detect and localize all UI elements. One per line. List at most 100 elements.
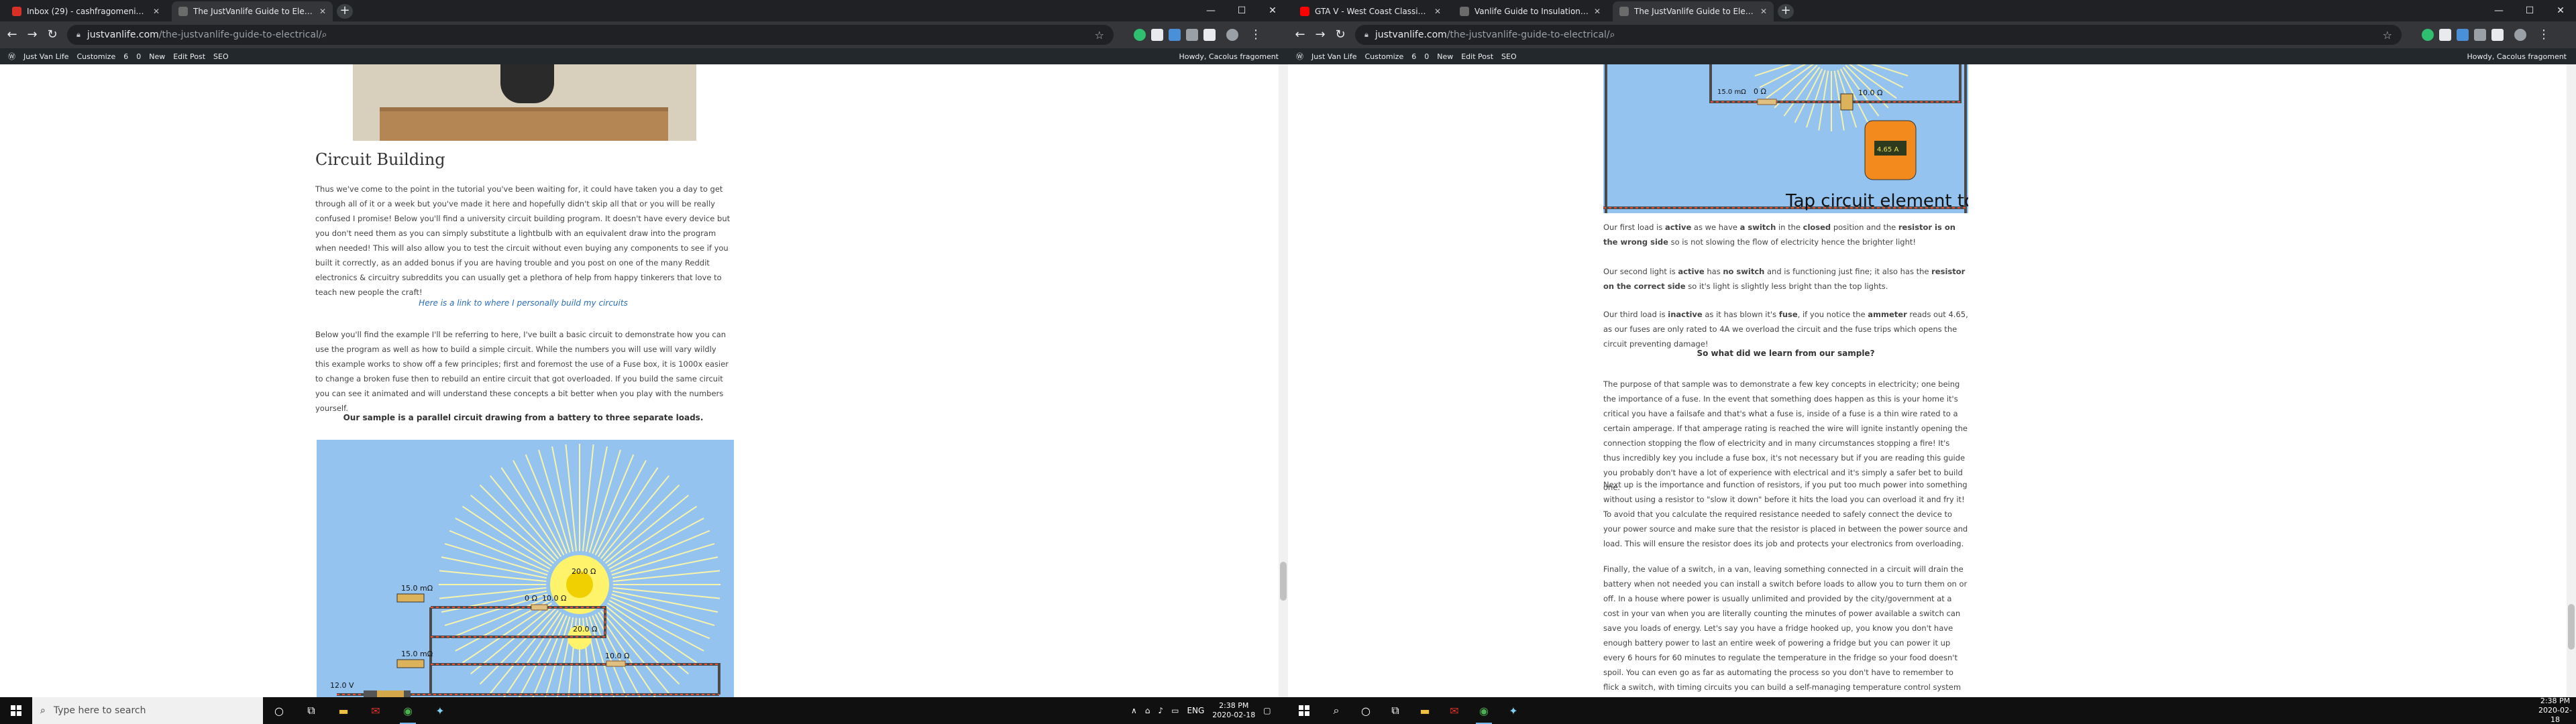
address-bar[interactable]: 🔒︎ justvanlife.com/the-justvanlife-guide… (1355, 25, 2402, 45)
circuit-label: 10.0 Ω (542, 594, 566, 603)
extension-icon[interactable] (2457, 29, 2469, 41)
cortana-icon[interactable]: ○ (271, 703, 287, 719)
bookmark-star-icon[interactable]: ☆ (1095, 29, 1104, 42)
circuit-simulation-image[interactable]: 10.0 Ω 0 Ω 15.0 mΩ 4.65 A Tap circuit el… (1603, 64, 1968, 213)
mail-icon[interactable]: ✉ (368, 703, 384, 719)
network-icon[interactable]: ⌂ (1145, 706, 1150, 715)
wp-seo[interactable]: SEO (1501, 52, 1517, 61)
extension-icon[interactable] (2422, 29, 2434, 41)
tab-youtube[interactable]: GTA V - West Coast Classics... ✕ (1293, 1, 1448, 21)
bookmark-star-icon[interactable]: ☆ (2383, 29, 2392, 42)
scrollbar-thumb[interactable] (1280, 562, 1287, 601)
scrollbar-thumb[interactable] (2568, 604, 2575, 650)
circuit-simulation-image[interactable]: 20.0 Ω 15.0 mΩ 0 Ω 10.0 Ω 20.0 Ω 15.0 mΩ… (317, 440, 734, 697)
new-tab-button[interactable]: + (1778, 4, 1794, 19)
wp-edit-post[interactable]: Edit Post (1461, 52, 1493, 61)
windows-start-icon[interactable] (0, 697, 32, 724)
wp-updates-count[interactable]: 6 (1411, 52, 1416, 61)
wp-updates-count[interactable]: 6 (123, 52, 128, 61)
extension-icon[interactable] (2491, 29, 2504, 41)
clock[interactable]: 2:38 PM 2020-02-18 (1212, 701, 1255, 720)
close-window-icon[interactable]: ✕ (1257, 0, 1288, 21)
extension-icon[interactable] (2474, 29, 2486, 41)
wp-howdy[interactable]: Howdy, Cacolus fragoment (2467, 52, 2567, 61)
wp-site-name[interactable]: Just Van Life (1311, 52, 1356, 61)
minimize-icon[interactable]: — (1195, 0, 1226, 21)
wp-seo[interactable]: SEO (213, 52, 229, 61)
extension-icon[interactable] (1134, 29, 1146, 41)
wp-site-name[interactable]: Just Van Life (23, 52, 68, 61)
clock[interactable]: 2:38 PM 2020-02-18 (2538, 697, 2572, 724)
close-window-icon[interactable]: ✕ (2545, 0, 2576, 21)
light-ray (479, 607, 557, 685)
tab-justvanlife-electrical[interactable]: The JustVanlife Guide to Electric... ✕ (1613, 1, 1774, 21)
chrome-icon[interactable]: ◉ (1476, 703, 1492, 724)
forward-icon[interactable]: → (24, 27, 40, 43)
wp-customize[interactable]: Customize (1364, 52, 1403, 61)
app-icon[interactable]: ✦ (432, 703, 448, 719)
wordpress-icon[interactable]: Ⓦ (1296, 51, 1303, 62)
maximize-icon[interactable]: ☐ (2514, 0, 2545, 21)
language-indicator[interactable]: ENG (1187, 706, 1204, 715)
tab-gmail[interactable]: Inbox (29) - cashfragomeni@gm... ✕ (5, 1, 166, 21)
app-icon[interactable]: ✦ (1505, 703, 1521, 719)
tab-justvanlife-electrical[interactable]: The JustVanlife Guide to Electric... ✕ (172, 1, 333, 21)
chrome-icon[interactable]: ◉ (400, 703, 416, 724)
wp-comments-count[interactable]: 0 (136, 52, 141, 61)
extension-icon[interactable] (2439, 29, 2451, 41)
circuits-link[interactable]: Here is a link to where I personally bui… (315, 298, 731, 308)
profile-avatar[interactable] (2514, 29, 2526, 41)
extension-icon[interactable] (1169, 29, 1181, 41)
close-tab-icon[interactable]: ✕ (153, 7, 160, 16)
address-bar[interactable]: 🔒︎ justvanlife.com/the-justvanlife-guide… (67, 25, 1114, 45)
file-explorer-icon[interactable]: ▬ (1417, 703, 1433, 719)
wordpress-icon[interactable]: Ⓦ (8, 51, 15, 62)
page-scrollbar[interactable] (1279, 64, 1288, 697)
search-icon[interactable]: ⌕ (1328, 703, 1344, 719)
search-icon[interactable]: ⌕ (1610, 29, 1615, 40)
volume-icon[interactable]: ♪ (1158, 706, 1163, 715)
wp-customize[interactable]: Customize (76, 52, 115, 61)
extension-icon[interactable] (1151, 29, 1163, 41)
close-tab-icon[interactable]: ✕ (1434, 7, 1441, 16)
tab-insulation[interactable]: Vanlife Guide to Insulation | Just... ✕ (1453, 1, 1607, 21)
circuit-label: 20.0 Ω (572, 567, 596, 576)
back-icon[interactable]: ← (4, 27, 20, 43)
page-scrollbar[interactable] (2567, 64, 2576, 697)
notification-icon[interactable]: ▢ (1263, 706, 1271, 715)
taskbar-search[interactable]: ⌕ Type here to search (32, 697, 263, 724)
reload-icon[interactable]: ↻ (44, 27, 60, 43)
extension-icon[interactable] (1203, 29, 1216, 41)
mail-icon[interactable]: ✉ (1446, 703, 1462, 719)
wp-comments-count[interactable]: 0 (1424, 52, 1429, 61)
menu-icon[interactable]: ⋮ (2536, 27, 2552, 43)
file-explorer-icon[interactable]: ▬ (335, 703, 352, 719)
minimize-icon[interactable]: — (2483, 0, 2514, 21)
close-tab-icon[interactable]: ✕ (1760, 7, 1767, 16)
menu-icon[interactable]: ⋮ (1248, 27, 1264, 43)
search-icon[interactable]: ⌕ (322, 29, 327, 40)
chevron-up-icon[interactable]: ∧ (1131, 706, 1137, 715)
maximize-icon[interactable]: ☐ (1226, 0, 1257, 21)
back-icon[interactable]: ← (1292, 27, 1308, 43)
wp-edit-post[interactable]: Edit Post (173, 52, 205, 61)
reload-icon[interactable]: ↻ (1332, 27, 1348, 43)
url-text: justvanlife.com/the-justvanlife-guide-to… (1375, 29, 1610, 40)
close-tab-icon[interactable]: ✕ (319, 7, 326, 16)
wp-new[interactable]: New (149, 52, 165, 61)
new-tab-button[interactable]: + (337, 4, 353, 19)
battery-icon[interactable]: ▭ (1171, 706, 1179, 715)
task-view-icon[interactable]: ⧉ (303, 703, 319, 719)
cortana-icon[interactable]: ○ (1358, 703, 1374, 719)
lock-icon: 🔒︎ (76, 30, 80, 39)
tab-title: The JustVanlife Guide to Electric... (1634, 7, 1755, 16)
site-favicon-icon (178, 7, 188, 16)
windows-start-icon[interactable] (1288, 697, 1320, 724)
wp-new[interactable]: New (1437, 52, 1453, 61)
extension-icon[interactable] (1186, 29, 1198, 41)
forward-icon[interactable]: → (1312, 27, 1328, 43)
profile-avatar[interactable] (1226, 29, 1238, 41)
task-view-icon[interactable]: ⧉ (1387, 703, 1403, 719)
close-tab-icon[interactable]: ✕ (1594, 7, 1601, 16)
wp-howdy[interactable]: Howdy, Cacolus fragoment (1179, 52, 1279, 61)
